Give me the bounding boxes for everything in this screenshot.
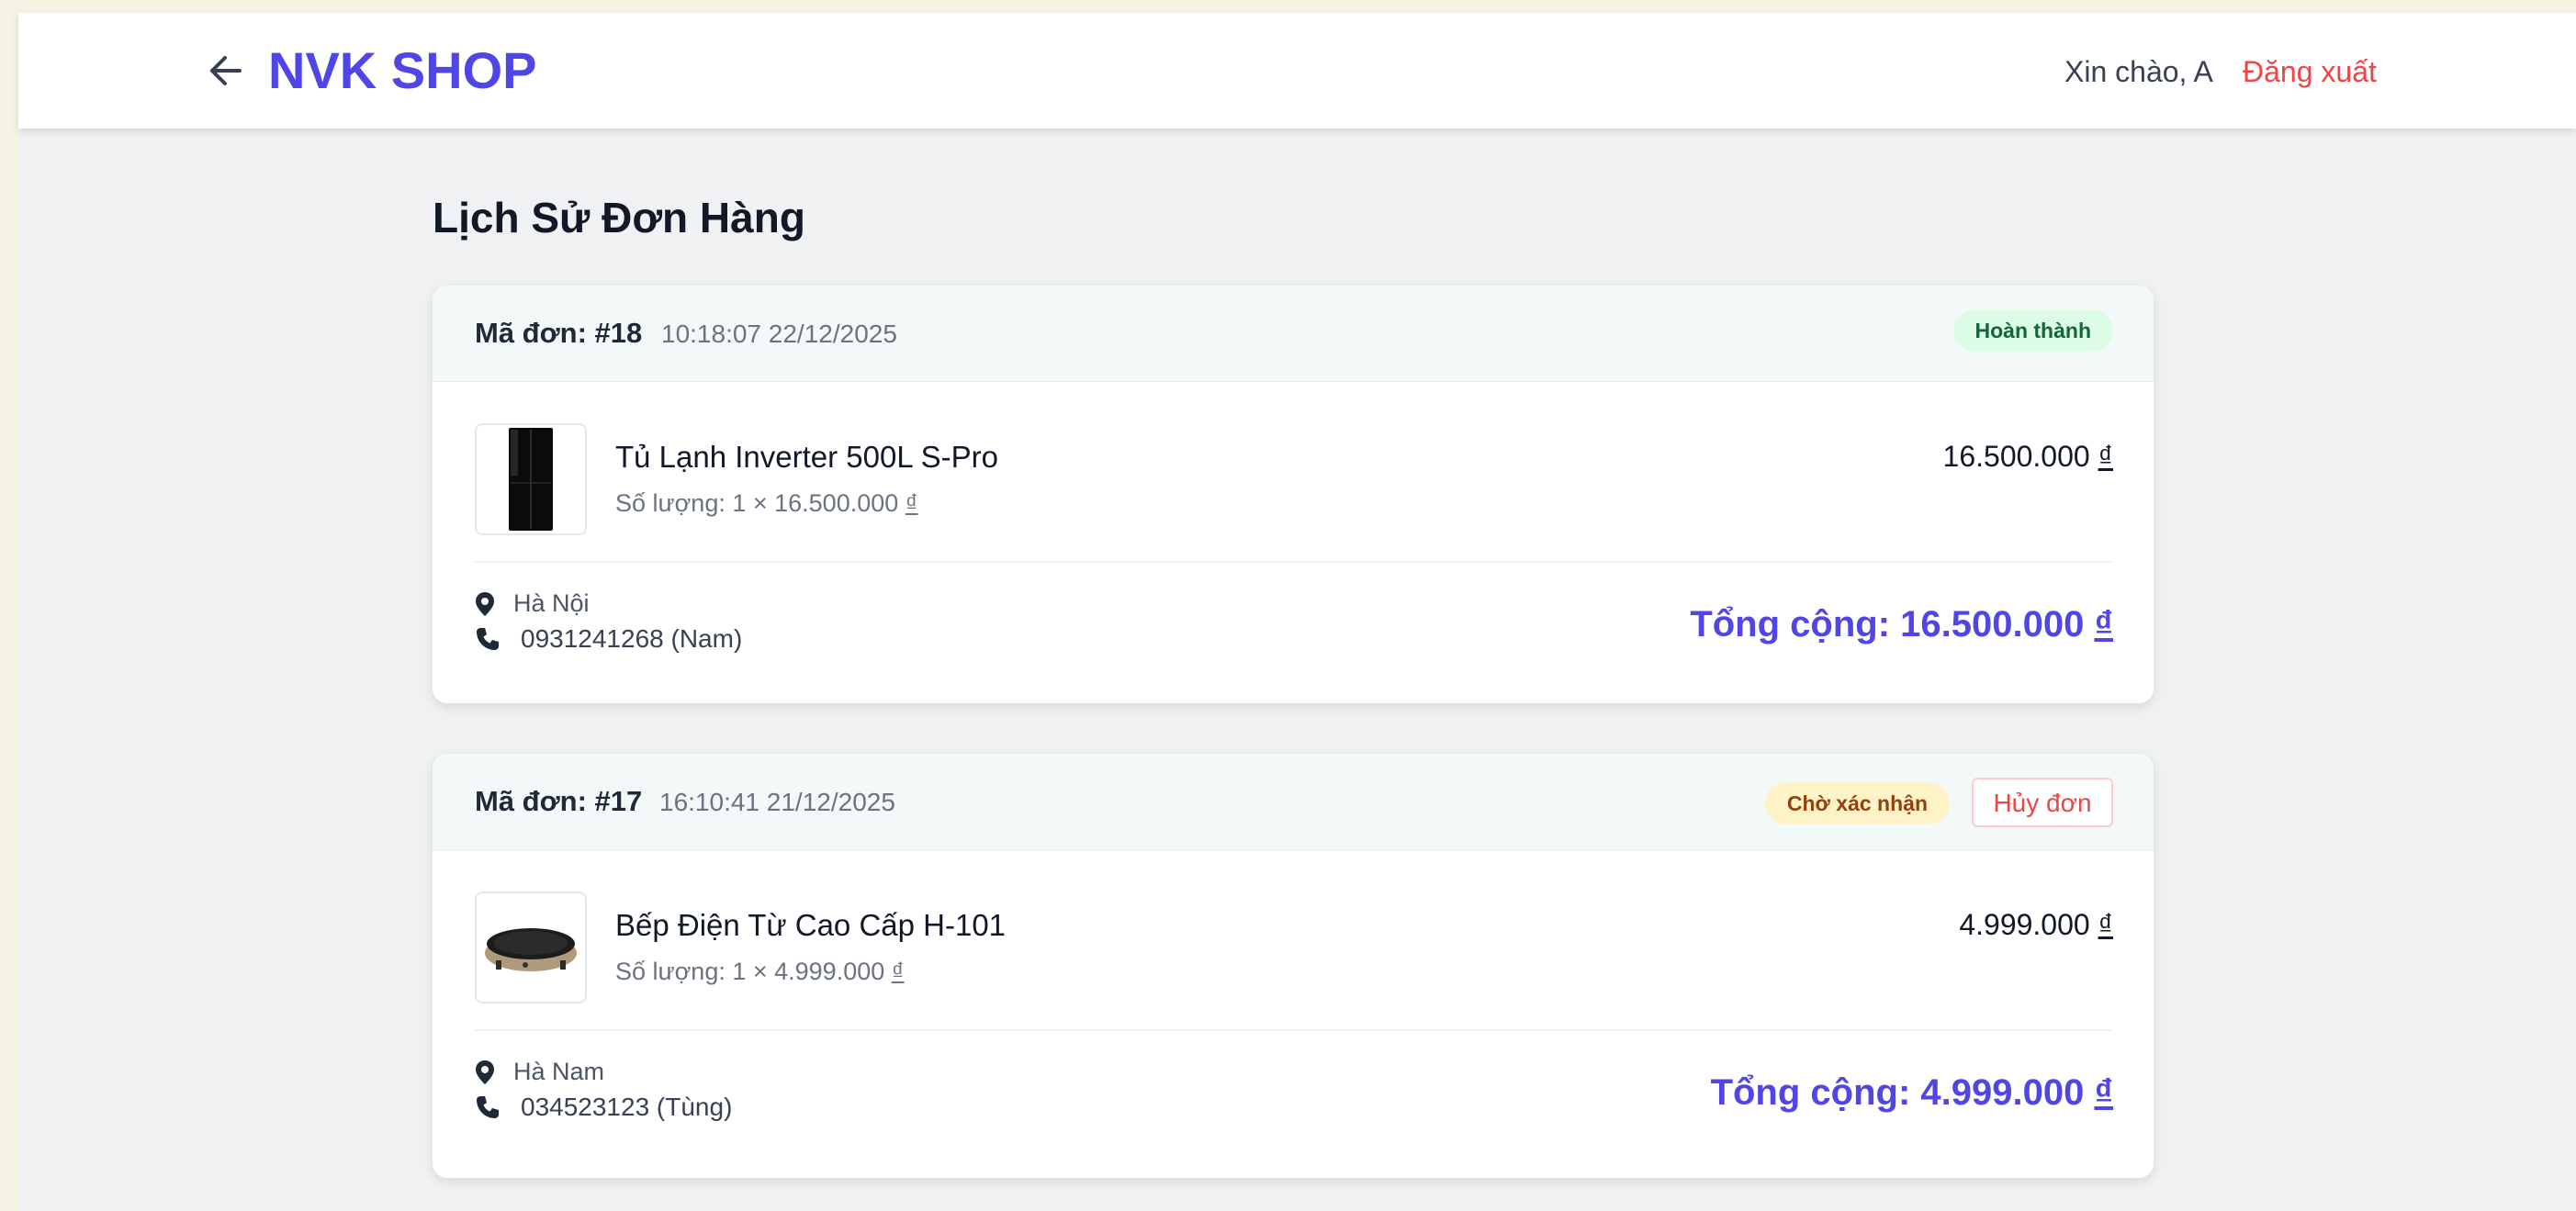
phone-text: 034523123 (Tùng)	[521, 1093, 733, 1121]
product-price: 16.500.000 ₫	[1943, 440, 2113, 474]
status-badge: Hoàn thành	[1952, 309, 2113, 352]
brand-logo[interactable]: NVK SHOP	[268, 40, 537, 100]
price-text: 16.500.000	[1942, 440, 2090, 473]
app-window: NVK SHOP Xin chào, A Đăng xuất Lịch Sử Đ…	[18, 13, 2576, 1211]
order-time: 10:18:07 22/12/2025	[661, 320, 897, 348]
currency-symbol: ₫	[2098, 440, 2113, 473]
logout-link[interactable]: Đăng xuất	[2243, 55, 2377, 89]
quantity-text: Số lượng: 1 × 4.999.000	[615, 958, 885, 985]
currency-symbol: ₫	[2094, 604, 2113, 645]
order-total: Tổng cộng: 4.999.000 ₫	[1711, 1072, 2113, 1114]
phone-text: 0931241268 (Nam)	[521, 624, 743, 653]
phone-icon	[477, 628, 499, 650]
currency-symbol: ₫	[2094, 1072, 2113, 1113]
divider	[475, 561, 2113, 563]
contact-phone: 034523123 (Tùng)	[475, 1093, 732, 1122]
quantity-text: Số lượng: 1 × 16.500.000	[615, 489, 899, 517]
order-code: Mã đơn: #17	[475, 785, 643, 817]
address-text: Hà Nội	[513, 589, 590, 617]
divider	[475, 1029, 2113, 1031]
product-quantity: Số lượng: 1 × 4.999.000 ₫	[615, 958, 905, 986]
status-badge: Chờ xác nhận	[1764, 782, 1950, 824]
arrow-left-icon	[210, 56, 242, 85]
page-title: Lịch Sử Đơn Hàng	[433, 194, 805, 241]
order-header: Mã đơn: #18 10:18:07 22/12/2025 Hoàn thà…	[433, 286, 2154, 382]
order-body: Bếp Điện Từ Cao Cấp H-101 Số lượng: 1 × …	[433, 849, 2154, 1178]
total-text: Tổng cộng: 16.500.000	[1690, 604, 2085, 645]
cancel-order-button[interactable]: Hủy đơn	[1972, 778, 2113, 827]
order-time: 16:10:41 21/12/2025	[659, 788, 895, 816]
back-button[interactable]	[202, 48, 248, 94]
product-quantity: Số lượng: 1 × 16.500.000 ₫	[615, 489, 918, 518]
shipping-address: Hà Nam	[475, 1058, 604, 1086]
greeting-text: Xin chào, A	[2064, 55, 2213, 88]
contact-phone: 0931241268 (Nam)	[475, 624, 742, 654]
currency-symbol: ₫	[891, 958, 905, 985]
product-price: 4.999.000 ₫	[1959, 908, 2113, 942]
product-thumbnail[interactable]	[475, 423, 587, 535]
order-body: Tủ Lạnh Inverter 500L S-Pro Số lượng: 1 …	[433, 381, 2154, 703]
total-text: Tổng cộng: 4.999.000	[1710, 1072, 2085, 1113]
product-name[interactable]: Tủ Lạnh Inverter 500L S-Pro	[615, 440, 998, 475]
order-card: Mã đơn: #17 16:10:41 21/12/2025 Chờ xác …	[433, 754, 2154, 1178]
order-header: Mã đơn: #17 16:10:41 21/12/2025 Chờ xác …	[433, 754, 2154, 850]
map-marker-icon	[476, 1060, 494, 1084]
order-card: Mã đơn: #18 10:18:07 22/12/2025 Hoàn thà…	[433, 286, 2154, 703]
shipping-address: Hà Nội	[475, 589, 590, 618]
fridge-product-image	[509, 428, 553, 531]
product-name[interactable]: Bếp Điện Từ Cao Cấp H-101	[615, 908, 1006, 943]
address-text: Hà Nam	[513, 1058, 605, 1085]
phone-icon	[477, 1096, 499, 1118]
price-text: 4.999.000	[1959, 908, 2090, 941]
order-total: Tổng cộng: 16.500.000 ₫	[1690, 604, 2113, 645]
currency-symbol: ₫	[2098, 908, 2113, 941]
map-marker-icon	[476, 591, 494, 616]
induction-cooker-product-image	[485, 928, 577, 971]
order-code: Mã đơn: #18	[475, 317, 643, 349]
product-thumbnail[interactable]	[475, 891, 587, 1004]
currency-symbol: ₫	[905, 489, 918, 517]
top-navbar: NVK SHOP Xin chào, A Đăng xuất	[18, 13, 2576, 129]
